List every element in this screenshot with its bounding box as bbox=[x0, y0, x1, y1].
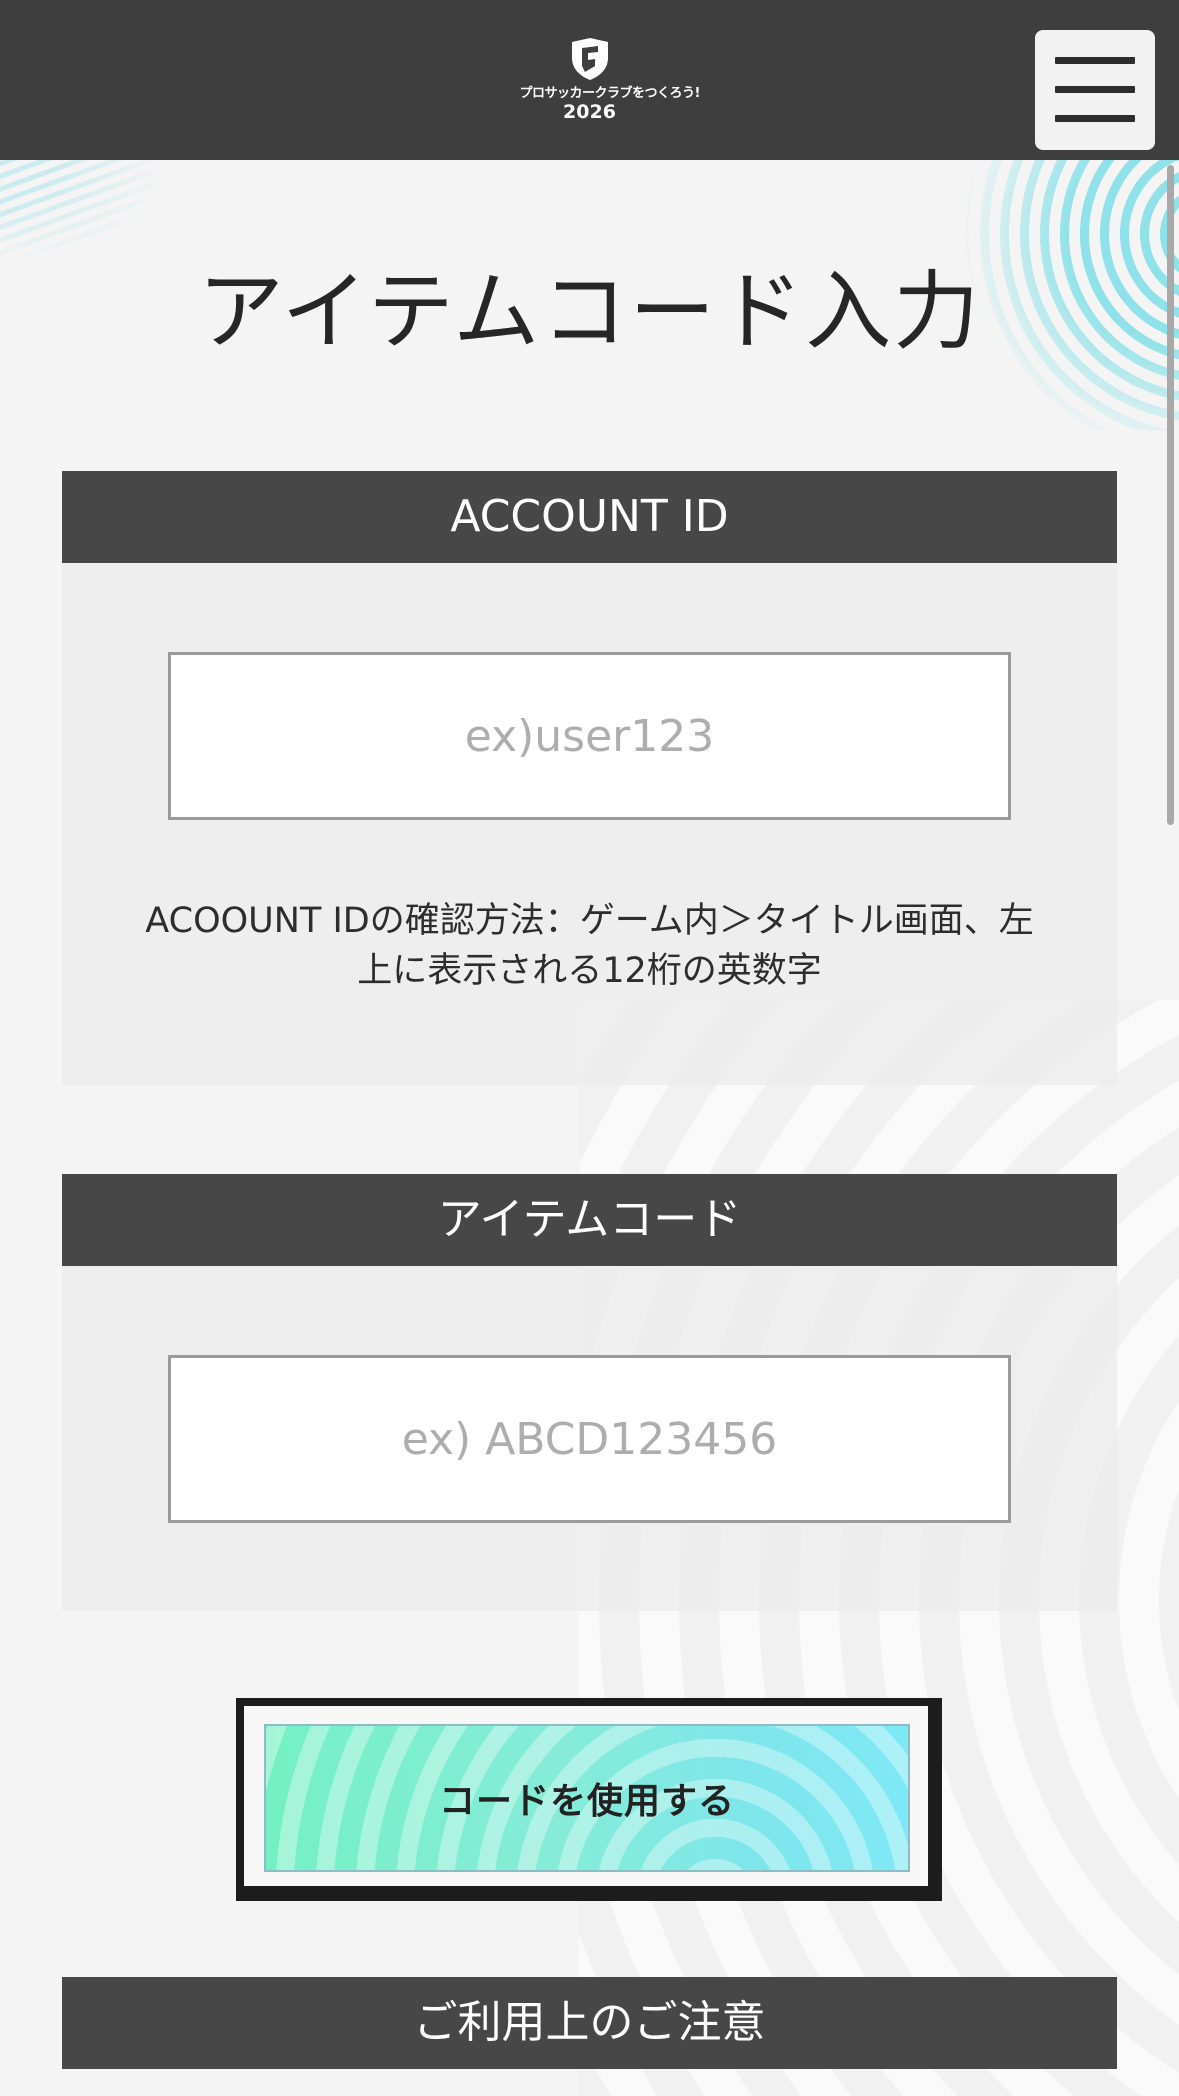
site-logo[interactable]: プロサッカークラブをつくろう! 2026 bbox=[519, 36, 701, 123]
hamburger-menu-icon bbox=[1055, 57, 1135, 64]
account-id-section-body: ACOOUNT IDの確認方法：ゲーム内＞タイトル画面、左上に表示される12桁の… bbox=[62, 563, 1117, 1085]
item-code-section-header: アイテムコード bbox=[62, 1174, 1117, 1266]
use-code-button-label: コードを使用する bbox=[438, 1780, 735, 1821]
background-swirl-left bbox=[0, 150, 180, 270]
logo-year: 2026 bbox=[563, 101, 616, 123]
page: プロサッカークラブをつくろう! 2026 アイテムコード入力 ACCOUNT I… bbox=[0, 0, 1179, 2096]
use-code-button[interactable]: コードを使用する bbox=[236, 1698, 942, 1901]
use-code-button-frame: コードを使用する bbox=[244, 1706, 928, 1886]
account-id-section-header: ACCOUNT ID bbox=[62, 471, 1117, 563]
vertical-scrollbar[interactable] bbox=[1167, 165, 1174, 825]
site-header: プロサッカークラブをつくろう! 2026 bbox=[0, 0, 1179, 160]
notice-section-header: ご利用上のご注意 bbox=[62, 1977, 1117, 2069]
item-code-section-body bbox=[62, 1266, 1117, 1611]
page-title: アイテムコード入力 bbox=[197, 262, 982, 362]
use-code-button-face: コードを使用する bbox=[264, 1724, 910, 1872]
account-id-input[interactable] bbox=[168, 652, 1011, 820]
logo-title: プロサッカークラブをつくろう! bbox=[519, 86, 701, 101]
hamburger-menu-button[interactable] bbox=[1035, 30, 1155, 150]
item-code-input[interactable] bbox=[168, 1355, 1011, 1523]
hamburger-menu-icon-bar bbox=[1055, 115, 1135, 122]
hamburger-menu-icon-bar bbox=[1055, 86, 1135, 93]
shield-logo-icon bbox=[571, 38, 608, 80]
account-id-help-text: ACOOUNT IDの確認方法：ゲーム内＞タイトル画面、左上に表示される12桁の… bbox=[145, 901, 1034, 991]
